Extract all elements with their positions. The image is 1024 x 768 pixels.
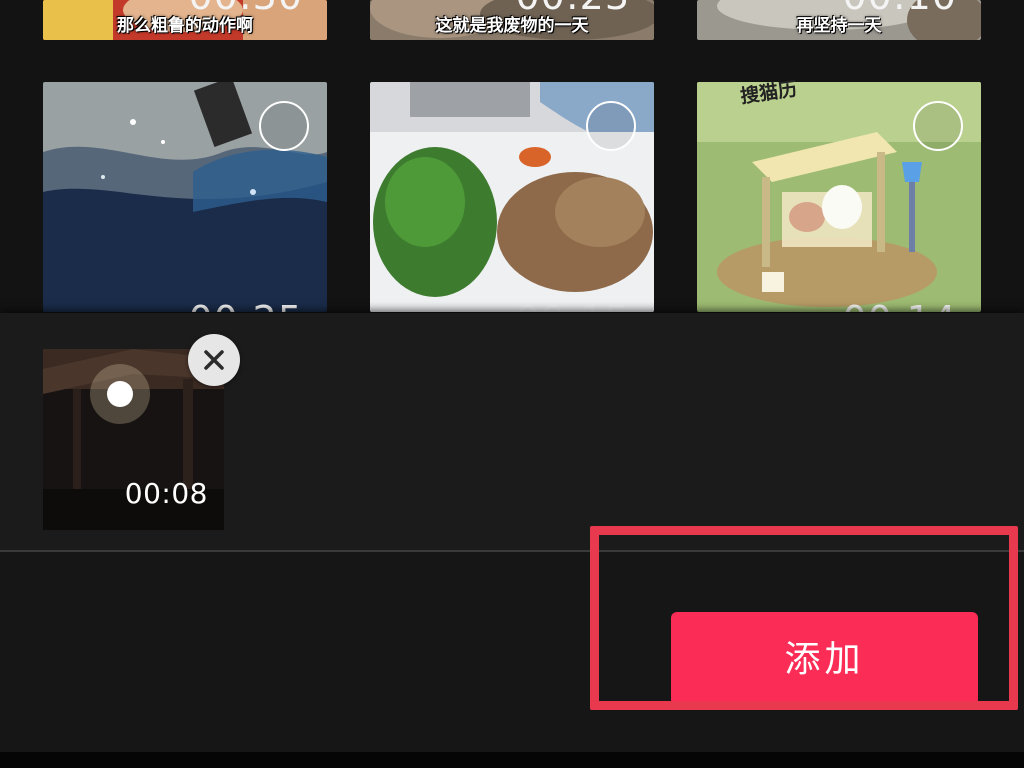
- video-caption: 那么粗鲁的动作啊: [117, 16, 253, 36]
- select-circle[interactable]: [913, 101, 963, 151]
- video-duration: 00:14: [842, 298, 957, 312]
- media-tile[interactable]: 00:25: [43, 82, 327, 312]
- select-circle[interactable]: [259, 101, 309, 151]
- remove-selected-button[interactable]: [188, 334, 240, 386]
- selected-video-duration: 00:08: [124, 477, 208, 510]
- video-duration: 00:25: [188, 298, 303, 312]
- media-tile[interactable]: 00:23 这就是我废物的一天: [370, 0, 654, 40]
- video-caption: 再坚持一天: [796, 16, 882, 36]
- media-tile[interactable]: 00:10 再坚持一天: [697, 0, 981, 40]
- media-tile[interactable]: 00:14: [697, 82, 981, 312]
- add-button[interactable]: 添加: [671, 612, 978, 706]
- close-icon: [204, 350, 224, 370]
- media-tile[interactable]: 00:15: [370, 82, 654, 312]
- video-duration: 00:15: [515, 298, 630, 312]
- video-caption: 这就是我废物的一天: [435, 16, 589, 36]
- media-tile[interactable]: 00:30 那么粗鲁的动作啊: [43, 0, 327, 40]
- media-picker-screen: 00:30 那么粗鲁的动作啊 00:23 这就是我废物的一天 00:10 再坚持…: [0, 0, 1024, 768]
- select-circle[interactable]: [586, 101, 636, 151]
- system-nav-strip: [0, 752, 1024, 768]
